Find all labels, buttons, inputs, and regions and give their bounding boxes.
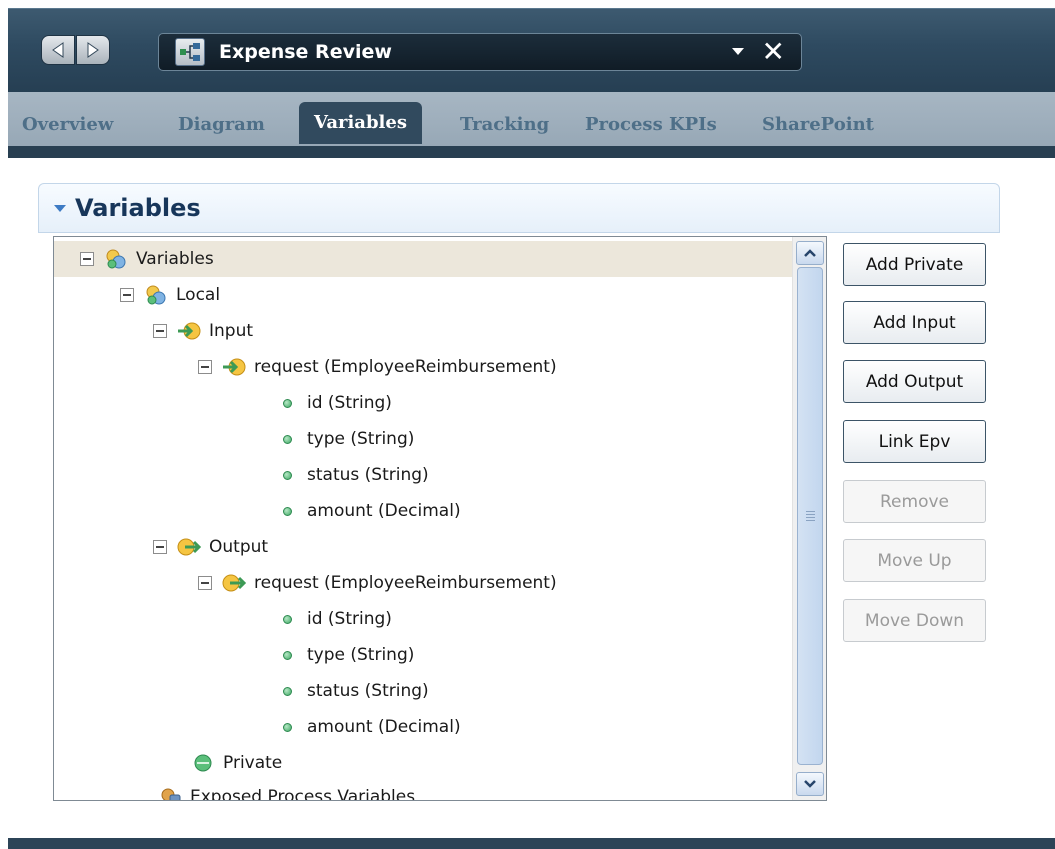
tree-leaf[interactable]: type (String) [54,421,794,457]
tree-label: status (String) [307,465,429,485]
editor-header: Expense Review ✕ [8,8,1055,92]
collapse-toggle-icon[interactable] [80,252,94,266]
tree-label: Private [223,753,283,773]
move-down-button[interactable]: Move Down [843,599,986,642]
tree-scrollbar[interactable] [792,237,826,800]
tree-node-input-request[interactable]: request (EmployeeReimbursement) [54,349,794,385]
tree-label: amount (Decimal) [307,501,461,521]
page-tab-strip: Overview Diagram Variables Tracking Proc… [8,92,1055,158]
tree-node-input[interactable]: Input [54,313,794,349]
tree-leaf[interactable]: id (String) [54,601,794,637]
add-private-button[interactable]: Add Private [843,243,986,286]
scroll-up-button[interactable] [796,241,824,265]
add-input-button[interactable]: Add Input [843,301,986,344]
chevron-down-icon [804,780,816,788]
tab-process-kpis[interactable]: Process KPIs [585,104,717,146]
tree-label: id (String) [307,393,392,413]
tree-node-output-request[interactable]: request (EmployeeReimbursement) [54,565,794,601]
tree-label: type (String) [307,645,415,665]
scroll-thumb[interactable] [797,267,823,765]
local-group-icon [144,285,168,305]
field-icon [283,398,292,408]
scroll-down-button[interactable] [796,772,824,796]
collapse-toggle-icon[interactable] [198,360,212,374]
field-icon [283,686,292,696]
tab-tracking[interactable]: Tracking [460,104,549,146]
section-title: Variables [75,194,201,222]
back-button[interactable] [41,35,75,65]
editor-title: Expense Review [219,41,392,63]
tree-label: Local [176,285,221,305]
tree-label: type (String) [307,429,415,449]
arrow-left-icon [52,42,64,58]
tree-node-variables[interactable]: Variables [54,241,794,277]
tree-label: id (String) [307,609,392,629]
field-icon [283,614,292,624]
tab-overview[interactable]: Overview [22,104,113,146]
link-epv-button[interactable]: Link Epv [843,420,986,463]
field-icon [283,470,292,480]
tree-label: Output [209,537,269,557]
field-icon [283,506,292,516]
add-output-button[interactable]: Add Output [843,360,986,403]
collapse-chevron-icon[interactable] [53,202,67,214]
tree-leaf[interactable]: type (String) [54,637,794,673]
field-icon [283,650,292,660]
tree-node-output[interactable]: Output [54,529,794,565]
variables-group-icon [104,249,128,269]
remove-button[interactable]: Remove [843,480,986,523]
tree-leaf[interactable]: amount (Decimal) [54,493,794,529]
input-arrow-icon [177,321,201,341]
collapse-toggle-icon[interactable] [153,540,167,554]
tree-label: Variables [136,249,214,269]
collapse-toggle-icon[interactable] [198,576,212,590]
move-up-button[interactable]: Move Up [843,539,986,582]
bottom-border [8,838,1055,849]
tree-label: status (String) [307,681,429,701]
tab-variables[interactable]: Variables [299,102,422,144]
output-arrow-icon [222,573,246,593]
private-variable-icon [191,753,215,773]
tree-node-exposed-process-variables[interactable]: Exposed Process Variables [54,779,794,801]
close-icon[interactable]: ✕ [762,38,785,66]
tab-sharepoint[interactable]: SharePoint [762,104,874,146]
dropdown-icon[interactable] [731,45,745,57]
input-arrow-icon [222,357,246,377]
tree-leaf[interactable]: status (String) [54,673,794,709]
tree-node-private[interactable]: Private [54,745,794,781]
tree-label: Input [209,321,254,341]
variables-tree[interactable]: Variables Local Input request (EmployeeR… [53,236,827,801]
section-header[interactable]: Variables [38,183,1000,233]
output-arrow-icon [177,537,201,557]
variables-page: Variables Variables Local Input request … [8,158,1055,838]
collapse-toggle-icon[interactable] [153,324,167,338]
tree-leaf[interactable]: amount (Decimal) [54,709,794,745]
process-diagram-icon [175,38,205,66]
tree-leaf[interactable]: id (String) [54,385,794,421]
tree-label: amount (Decimal) [307,717,461,737]
field-icon [283,722,292,732]
tab-diagram[interactable]: Diagram [178,104,265,146]
tree-label: request (EmployeeReimbursement) [254,357,557,377]
tree-node-local[interactable]: Local [54,277,794,313]
editor-tab[interactable]: Expense Review ✕ [158,33,802,71]
arrow-right-icon [87,42,99,58]
tree-label: request (EmployeeReimbursement) [254,573,557,593]
exposed-variables-icon [158,787,182,800]
chevron-up-icon [804,249,816,257]
field-icon [283,434,292,444]
tree-label: Exposed Process Variables [190,787,416,801]
collapse-toggle-icon[interactable] [120,288,134,302]
forward-button[interactable] [76,35,110,65]
tree-leaf[interactable]: status (String) [54,457,794,493]
